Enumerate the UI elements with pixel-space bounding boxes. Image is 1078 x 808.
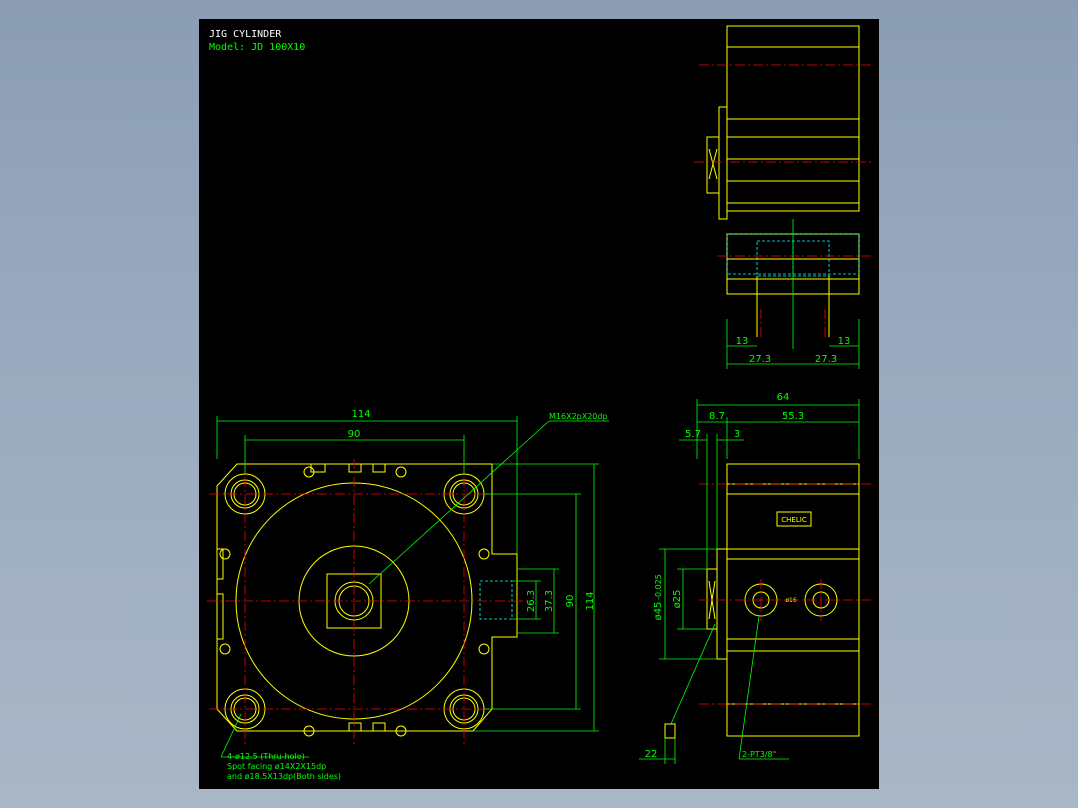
callout-port: 2-PT3/8" [742,750,776,759]
dim-top-27-3-right: 27.3 [815,354,837,365]
note-hole-line-2: Spot facing ø14X2X15dp [227,762,326,771]
front-port-hidden [479,580,513,620]
note-hole-line-1: 4-ø12.5 (Thru-hole) [227,752,305,761]
front-bottom-notch-2 [372,722,386,731]
dim-side-bore: ø25 [672,590,683,609]
side-view: CHELIC ø16 64 8.7 55.3 5.7 3 ø45 -0.025 … [639,392,871,764]
top-view: 13 13 27.3 27.3 [694,25,871,369]
side-rod-end-detail [664,723,676,739]
dim-side-rod-tolerance: -0.025 [654,574,663,600]
front-top-notch-2 [348,464,362,473]
dim-top-13-left: 13 [736,336,749,347]
title-line-1: JIG CYLINDER [209,29,282,40]
front-top-notch-3 [372,464,386,473]
front-top-notch-1 [310,464,326,473]
drawing-canvas: JIG CYLINDER Model: JD 100X10 114 90 114… [199,19,879,789]
front-bottom-notch-1 [348,722,362,731]
side-label-text: CHELIC [781,516,807,524]
front-small-hole-8 [478,643,490,655]
dim-side-5-7: 5.7 [685,429,701,440]
front-small-hole-6 [219,643,231,655]
front-view: 114 90 114 90 37.3 26.3 M16X2pX20dp 4-ø1… [207,409,609,781]
front-small-hole-7 [478,548,490,560]
dim-front-width-90: 90 [348,429,361,440]
dim-side-rod-diameter: ø45 [653,602,664,621]
front-small-hole-2 [395,466,407,478]
side-port-mark: ø16 [785,597,796,604]
cad-drawing: JIG CYLINDER Model: JD 100X10 114 90 114… [207,25,871,781]
front-small-hole-5 [219,548,231,560]
dim-side-22: 22 [645,749,658,760]
callout-thread: M16X2pX20dp [549,412,608,421]
note-hole-line-3: and ø18.5X13dp(Both sides) [227,772,341,781]
dim-side-64: 64 [777,392,790,403]
dim-front-port-37-3: 37.3 [544,590,555,612]
dim-side-55-3: 55.3 [782,411,804,422]
title-line-2: Model: JD 100X10 [209,42,305,53]
dim-front-width-114: 114 [351,409,370,420]
dim-top-13-right: 13 [838,336,851,347]
dim-side-3: 3 [734,429,740,440]
dim-front-port-26-3: 26.3 [526,590,537,612]
dim-front-height-114: 114 [585,591,596,610]
dim-side-8-7: 8.7 [709,411,725,422]
dim-top-27-3-left: 27.3 [749,354,771,365]
dim-front-height-90: 90 [565,595,576,608]
